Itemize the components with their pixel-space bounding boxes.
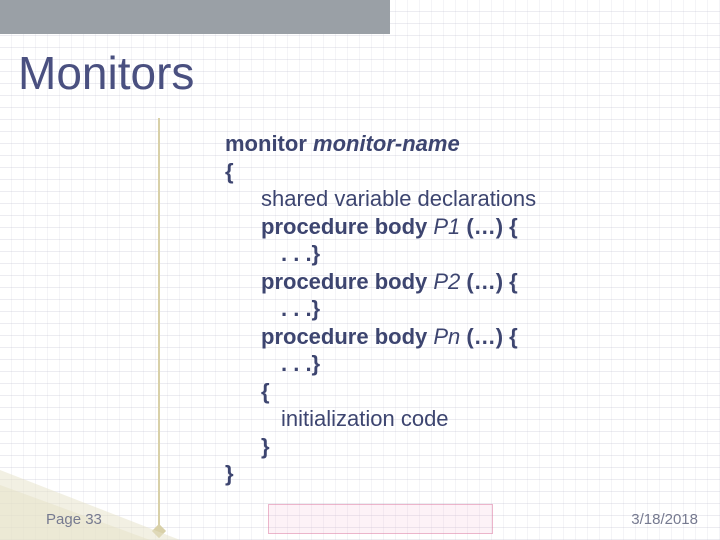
init-close: } [225, 433, 695, 461]
proc-p1: P1 [433, 214, 460, 239]
proc-tail-1: (…) { [466, 214, 517, 239]
kw-monitor: monitor [225, 131, 307, 156]
kw-procedure-1: procedure body [261, 214, 427, 239]
kw-procedure-2: procedure body [261, 269, 427, 294]
init-open: { [225, 378, 695, 406]
proc-pn: Pn [433, 324, 460, 349]
shared-decl: shared variable declarations [225, 185, 695, 213]
proc-p2: P2 [433, 269, 460, 294]
init-code: initialization code [225, 405, 695, 433]
open-brace: { [225, 158, 695, 186]
ellipsis-n: . . .} [225, 350, 695, 378]
slide-title: Monitors [18, 46, 194, 100]
ellipsis-2: . . .} [225, 295, 695, 323]
slide-date: 3/18/2018 [631, 511, 698, 528]
ellipsis-1: . . .} [225, 240, 695, 268]
kw-procedure-n: procedure body [261, 324, 427, 349]
highlight-box [268, 504, 493, 534]
page-number: Page 33 [46, 511, 102, 528]
monitor-name: monitor-name [313, 131, 460, 156]
proc-tail-2: (…) { [466, 269, 517, 294]
monitor-code-block: monitor monitor-name { shared variable d… [225, 130, 695, 488]
proc-tail-n: (…) { [466, 324, 517, 349]
close-brace: } [225, 460, 695, 488]
header-accent-bar [0, 0, 390, 34]
